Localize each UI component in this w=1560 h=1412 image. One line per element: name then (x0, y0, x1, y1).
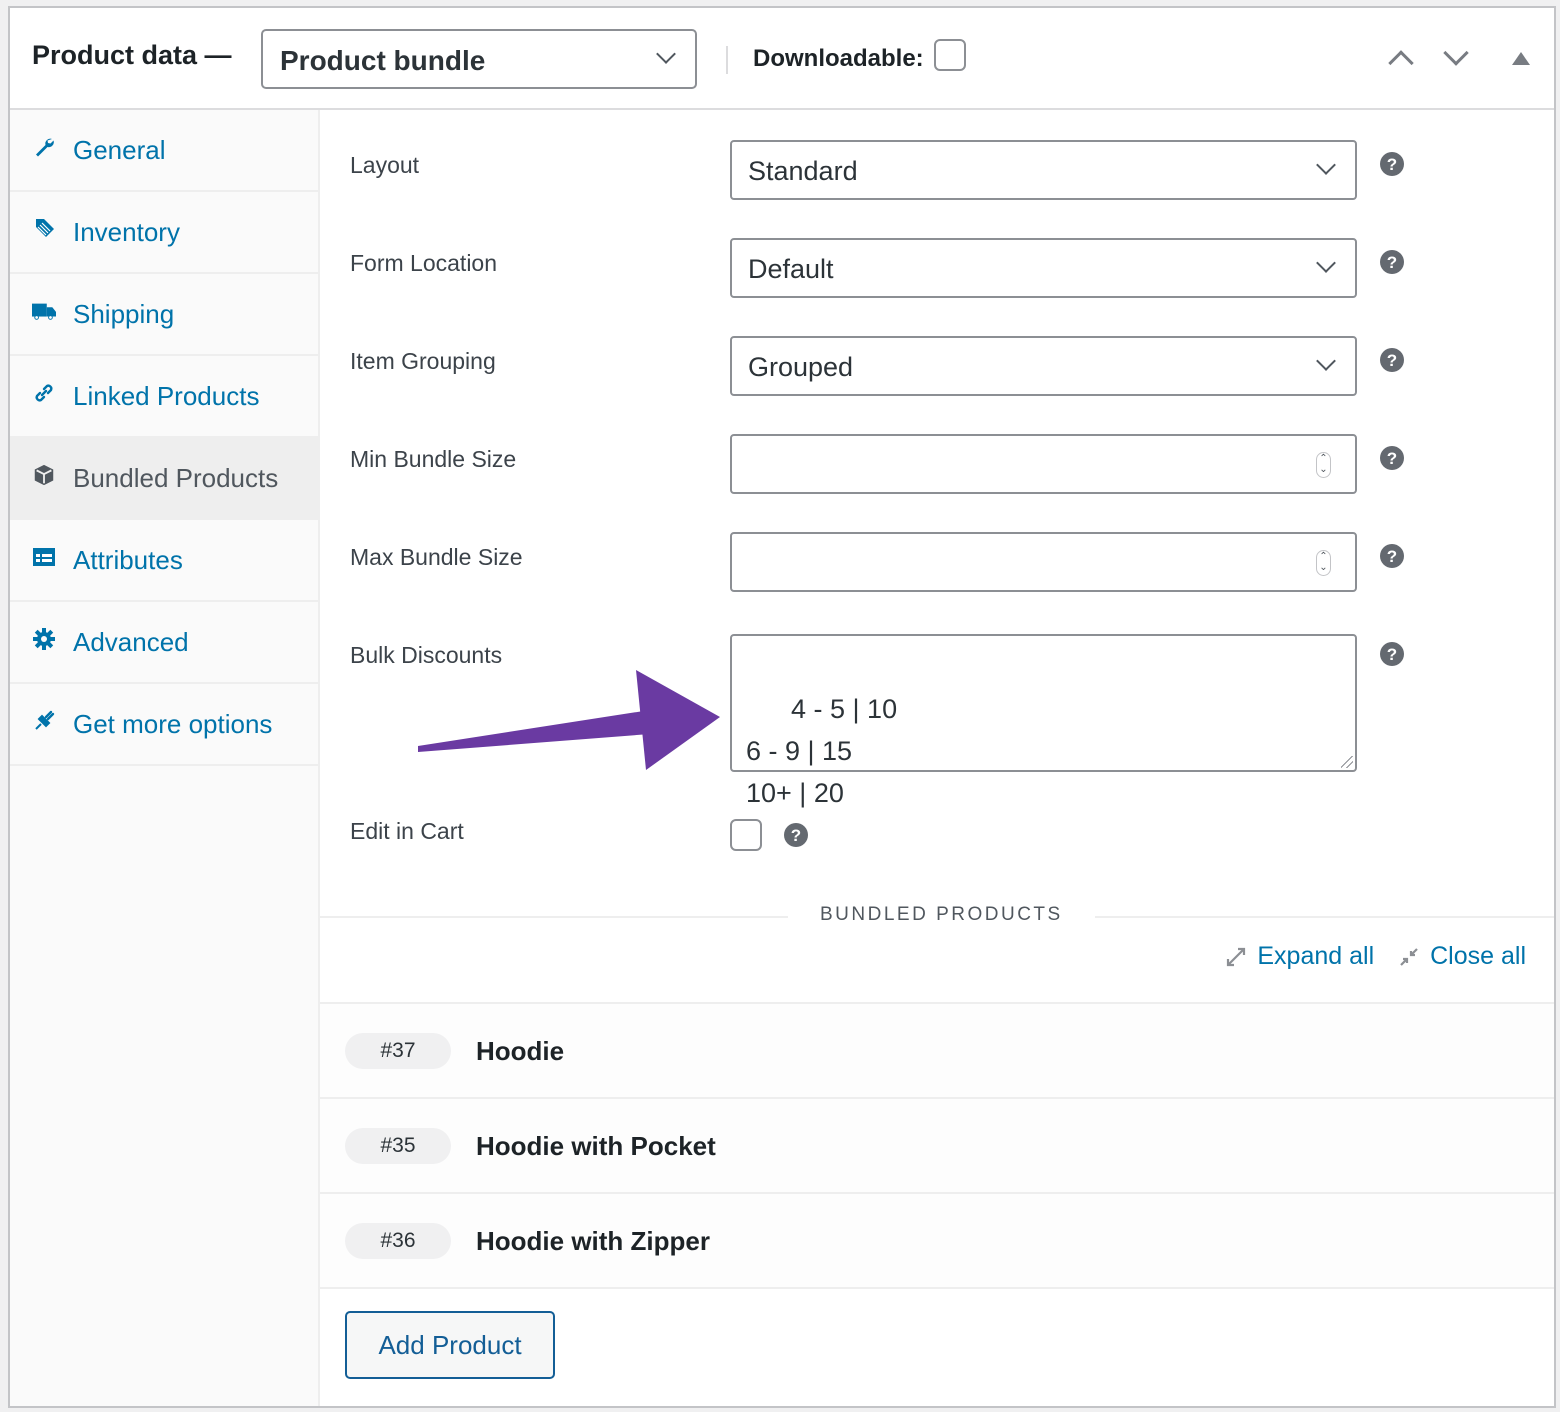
panel-title: Product data — (32, 40, 232, 70)
resize-handle[interactable] (1341, 756, 1353, 768)
tab-label: Inventory (73, 216, 180, 247)
help-icon[interactable]: ? (1380, 446, 1404, 470)
product-data-panel: Product data — Product bundle Downloadab… (8, 6, 1556, 1408)
form-location-select[interactable]: Default (730, 238, 1357, 298)
plug-icon (32, 709, 56, 733)
tab-label: Get more options (73, 708, 273, 739)
layout-value: Standard (748, 156, 858, 186)
tab-label: Shipping (73, 298, 175, 329)
tab-attributes[interactable]: Attributes (10, 520, 318, 602)
truck-icon (32, 299, 56, 323)
expand-icon (1225, 946, 1247, 968)
layout-label: Layout (350, 152, 420, 178)
list-icon (32, 545, 56, 569)
bulk-discounts-label: Bulk Discounts (350, 642, 503, 668)
min-bundle-size-input[interactable]: ⌃ ⌄ (730, 434, 1357, 494)
item-id-badge: #37 (345, 1033, 451, 1069)
min-bundle-size-label: Min Bundle Size (350, 446, 517, 472)
annotation-arrow-icon (418, 670, 720, 770)
gear-icon (32, 627, 56, 651)
item-id-badge: #36 (345, 1223, 451, 1259)
collapse-icon (1398, 946, 1420, 968)
tab-label: Bundled Products (73, 462, 279, 493)
item-name: Hoodie with Pocket (476, 1131, 716, 1161)
help-icon[interactable]: ? (1380, 544, 1404, 568)
chevron-down-icon (1316, 253, 1336, 273)
downloadable-label: Downloadable: (753, 45, 924, 72)
form-location-value: Default (748, 254, 834, 284)
help-icon[interactable]: ? (1380, 250, 1404, 274)
chevron-down-icon (1316, 351, 1336, 371)
add-product-button[interactable]: Add Product (345, 1311, 555, 1379)
tab-linked-products[interactable]: Linked Products (10, 356, 318, 438)
tab-advanced[interactable]: Advanced (10, 602, 318, 684)
item-id-badge: #35 (345, 1128, 451, 1164)
chevron-down-icon (656, 44, 676, 64)
item-name: Hoodie with Zipper (476, 1226, 710, 1256)
item-grouping-select[interactable]: Grouped (730, 336, 1357, 396)
panel-header: Product data — Product bundle Downloadab… (10, 8, 1554, 110)
tab-label: Linked Products (73, 380, 260, 411)
toggle-panel-icon[interactable] (1512, 52, 1530, 65)
downloadable-checkbox[interactable] (934, 39, 966, 71)
help-icon[interactable]: ? (1380, 152, 1404, 176)
bundled-item[interactable]: #36 Hoodie with Zipper (320, 1194, 1554, 1289)
max-bundle-size-label: Max Bundle Size (350, 544, 523, 570)
header-separator (726, 46, 728, 74)
form-location-label: Form Location (350, 250, 498, 276)
number-spinner[interactable]: ⌃ ⌄ (1316, 550, 1331, 576)
arrow-up-icon[interactable] (1388, 50, 1414, 76)
tab-shipping[interactable]: Shipping (10, 274, 318, 356)
tab-inventory[interactable]: Inventory (10, 192, 318, 274)
close-all-label: Close all (1430, 942, 1526, 970)
item-grouping-label: Item Grouping (350, 348, 496, 374)
tag-icon (32, 217, 56, 241)
box-icon (32, 463, 56, 487)
tab-label: Attributes (73, 544, 183, 575)
help-icon[interactable]: ? (784, 823, 808, 847)
wrench-icon (32, 135, 56, 159)
bulk-discounts-value: 4 - 5 | 10 6 - 9 | 15 10+ | 20 (746, 694, 898, 808)
section-title: BUNDLED PRODUCTS (788, 904, 1095, 926)
bundle-settings: Layout Standard ? Form Location Default … (320, 110, 1554, 1406)
max-bundle-size-input[interactable]: ⌃ ⌄ (730, 532, 1357, 592)
help-icon[interactable]: ? (1380, 642, 1404, 666)
tab-general[interactable]: General (10, 110, 318, 192)
expand-all-label: Expand all (1257, 942, 1375, 970)
arrow-down-icon[interactable] (1443, 40, 1469, 66)
number-spinner[interactable]: ⌃ ⌄ (1316, 452, 1331, 478)
edit-in-cart-label: Edit in Cart (350, 818, 464, 844)
link-icon (32, 381, 56, 405)
item-name: Hoodie (476, 1036, 565, 1066)
bundled-item[interactable]: #35 Hoodie with Pocket (320, 1099, 1554, 1194)
chevron-down-icon (1316, 155, 1336, 175)
item-grouping-value: Grouped (748, 352, 854, 382)
bulk-actions: Expand all Close all (1225, 942, 1526, 971)
tab-get-more-options[interactable]: Get more options (10, 684, 318, 766)
bundled-item[interactable]: #37 Hoodie (320, 1004, 1554, 1099)
tab-label: Advanced (73, 626, 189, 657)
product-data-tabs: General Inventory Shipping Linked Produc… (10, 110, 320, 1406)
close-all-link[interactable]: Close all (1398, 942, 1526, 971)
expand-all-link[interactable]: Expand all (1225, 942, 1374, 971)
edit-in-cart-checkbox[interactable] (730, 819, 762, 851)
tab-label: General (73, 134, 166, 165)
bulk-discounts-textarea[interactable]: 4 - 5 | 10 6 - 9 | 15 10+ | 20 (730, 634, 1357, 808)
product-type-select[interactable]: Product bundle (261, 29, 697, 89)
help-icon[interactable]: ? (1380, 348, 1404, 372)
tab-bundled-products[interactable]: Bundled Products (10, 438, 318, 520)
layout-select[interactable]: Standard (730, 140, 1357, 200)
product-type-value: Product bundle (280, 45, 486, 76)
